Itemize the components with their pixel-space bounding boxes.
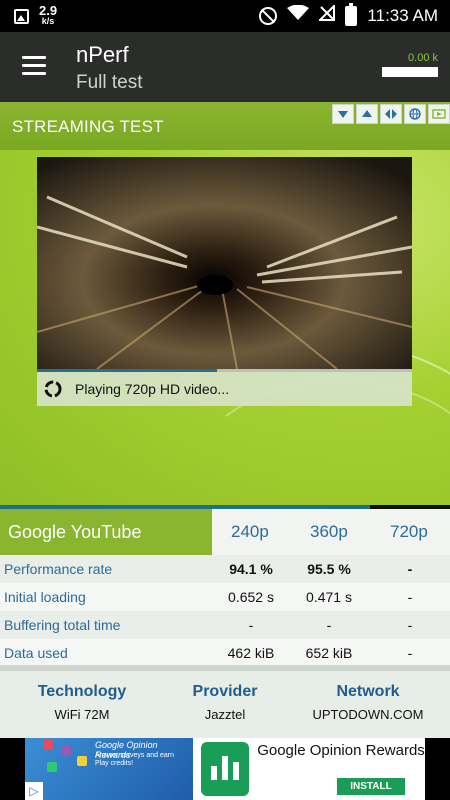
technology-info: Technology WiFi 72M	[28, 683, 136, 722]
cell-value: 652 kiB	[305, 645, 353, 661]
connection-info: Technology WiFi 72M Provider Jazztel Net…	[0, 665, 450, 738]
cell-value: -	[326, 617, 332, 633]
block-icon	[259, 6, 278, 25]
streaming-header: STREAMING TEST	[0, 102, 450, 150]
technology-label: Technology	[37, 683, 127, 700]
network-value: UPTODOWN.COM	[312, 707, 424, 722]
results-header: Google YouTube 240p 360p 720p	[0, 509, 450, 555]
app-subtitle: Full test	[76, 72, 143, 93]
arrow-up-icon[interactable]	[356, 104, 378, 124]
app-bar: nPerf Full test 0.00 k	[0, 32, 450, 102]
column-header-240p: 240p	[231, 522, 269, 541]
table-row: Buffering total time - - -	[0, 611, 450, 639]
cell-value: 0.471 s	[306, 589, 352, 605]
wifi-icon	[287, 4, 310, 26]
results-table: Google YouTube 240p 360p 720p Performanc…	[0, 505, 450, 667]
data-counter: 0.00 k	[382, 52, 438, 77]
arrow-down-icon[interactable]	[332, 104, 354, 124]
status-bar-left: 2.9 k/s	[14, 4, 57, 27]
technology-value: WiFi 72M	[54, 707, 110, 722]
cell-value: -	[407, 617, 413, 633]
ad-choices-icon[interactable]: ▷	[25, 782, 43, 800]
column-header-360p: 360p	[310, 522, 348, 541]
cell-value: 462 kiB	[227, 645, 275, 661]
bar-chart-icon	[201, 742, 249, 796]
video-player[interactable]	[37, 157, 412, 369]
gallery-icon	[14, 8, 29, 24]
globe-icon[interactable]	[404, 104, 426, 124]
provider-label: Provider	[192, 683, 258, 700]
service-name: Google YouTube	[0, 509, 212, 555]
status-bar: 2.9 k/s 11:33 AM	[0, 0, 450, 32]
cell-value: -	[407, 645, 413, 661]
row-label: Initial loading	[4, 589, 86, 605]
ad-decoration	[61, 746, 71, 756]
ad-image[interactable]: Google Opinion Rewards Answer surveys an…	[25, 738, 193, 800]
streaming-title: STREAMING TEST	[12, 117, 164, 136]
ad-banner[interactable]: Google Opinion Rewards Answer surveys an…	[0, 738, 450, 800]
ad-app-icon[interactable]	[193, 738, 257, 800]
status-bar-right: 11:33 AM	[259, 2, 438, 26]
cell-value: -	[407, 561, 413, 577]
video-status-text: Playing 720p HD video...	[75, 381, 230, 397]
row-label: Data used	[4, 645, 68, 661]
row-label: Performance rate	[4, 561, 113, 577]
install-button[interactable]: INSTALL	[337, 778, 405, 795]
provider-info: Provider Jazztel	[180, 683, 270, 722]
ad-image-text: Answer surveys and earn Play credits!	[95, 752, 174, 767]
column-header-720p: 720p	[390, 522, 428, 541]
battery-icon	[345, 2, 358, 26]
ad-decoration	[43, 740, 53, 750]
streaming-controls	[332, 104, 450, 124]
cell-value: 0.652 s	[228, 589, 274, 605]
no-signal-icon	[318, 3, 336, 26]
video-icon[interactable]	[428, 104, 450, 124]
streaming-panel: Playing 720p HD video...	[0, 150, 450, 505]
data-counter-bar	[382, 67, 438, 77]
ad-margin	[425, 738, 450, 800]
network-info: Network UPTODOWN.COM	[300, 683, 436, 722]
clock: 11:33 AM	[367, 5, 438, 25]
table-row: Performance rate 94.1 % 95.5 % -	[0, 555, 450, 583]
cell-value: -	[407, 589, 413, 605]
network-speed: 2.9 k/s	[39, 4, 57, 27]
cell-value: 94.1 %	[229, 561, 273, 577]
ad-decoration	[77, 756, 87, 766]
provider-value: Jazztel	[204, 707, 246, 722]
table-row: Initial loading 0.652 s 0.471 s -	[0, 583, 450, 611]
ad-decoration	[47, 762, 57, 772]
menu-icon[interactable]	[22, 56, 46, 76]
app-root: 2.9 k/s 11:33 AM nPerf Full test 0.00 k	[0, 0, 450, 800]
video-status: Playing 720p HD video...	[37, 372, 412, 406]
cell-value: -	[248, 617, 254, 633]
row-label: Buffering total time	[4, 617, 121, 633]
table-row: Data used 462 kiB 652 kiB -	[0, 639, 450, 667]
ad-title: Google Opinion Rewards	[257, 742, 425, 759]
loading-icon	[44, 380, 62, 398]
cell-value: 95.5 %	[307, 561, 351, 577]
ad-details[interactable]: Google Opinion Rewards INSTALL	[257, 738, 425, 800]
data-counter-value: 0.00 k	[408, 52, 438, 64]
app-title: nPerf	[76, 42, 129, 67]
arrows-left-right-icon[interactable]	[380, 104, 402, 124]
network-label: Network	[336, 683, 400, 700]
